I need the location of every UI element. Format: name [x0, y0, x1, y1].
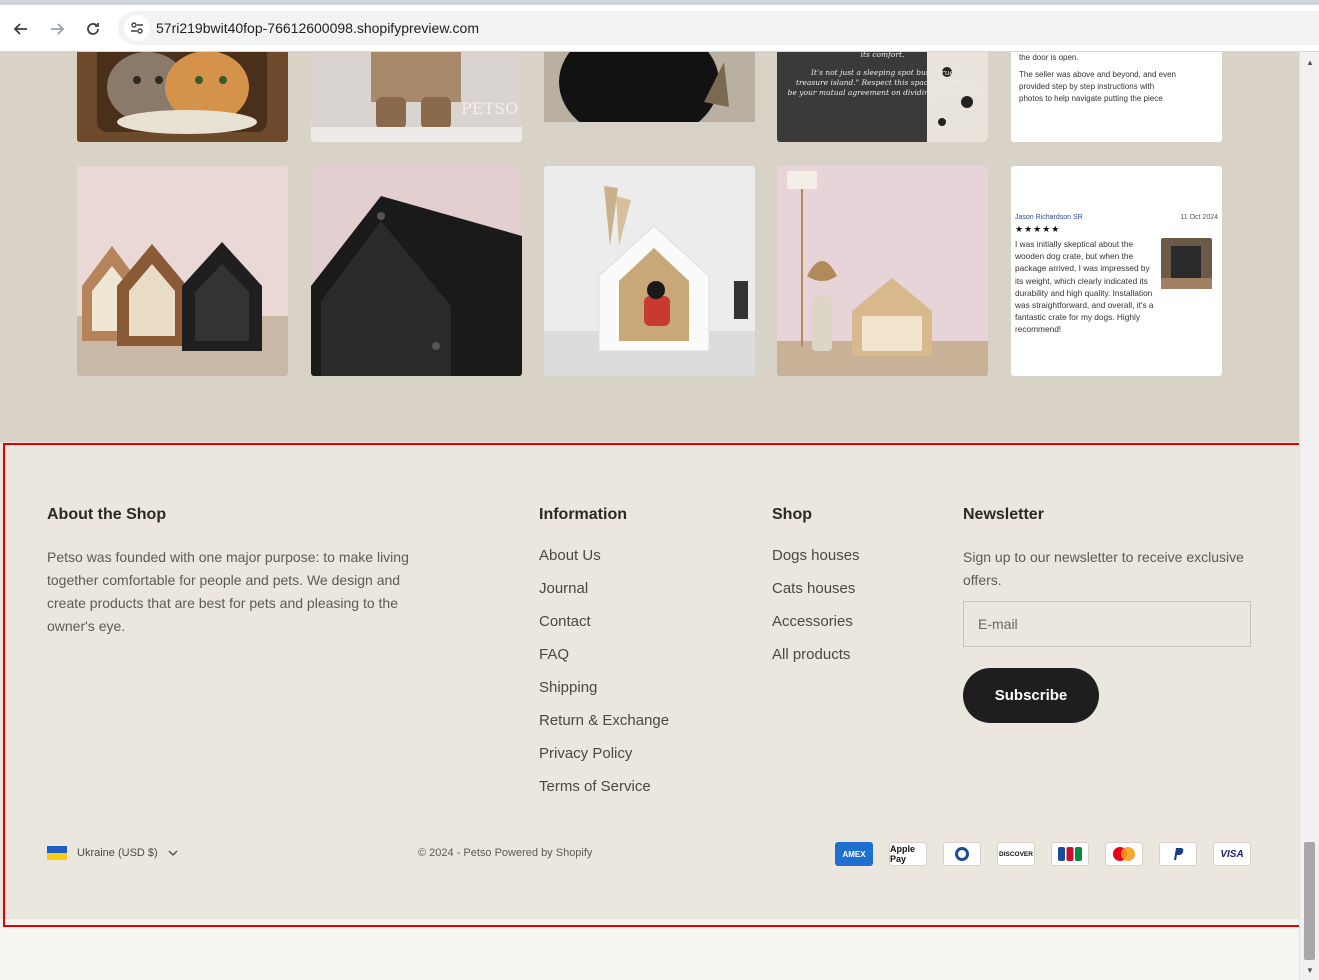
back-arrow-icon[interactable]	[9, 17, 33, 41]
url-text[interactable]: 57ri219bwit40fop-76612600098.shopifyprev…	[156, 20, 479, 36]
newsletter-text: Sign up to our newsletter to receive exc…	[963, 549, 1244, 588]
review-photo	[1161, 238, 1212, 289]
discover-icon: DISCOVER	[997, 842, 1035, 866]
caption-line: its comfort.	[860, 52, 905, 59]
copyright-text: © 2024 - Petso Powered by Shopify	[418, 847, 593, 859]
shop-title: Shop	[772, 506, 812, 523]
footer-link-return-exchange[interactable]: Return & Exchange	[539, 711, 669, 744]
footer-link-journal[interactable]: Journal	[539, 579, 669, 612]
footer-link-dogs-houses[interactable]: Dogs houses	[772, 546, 860, 579]
country-label: Ukraine (USD $)	[77, 847, 158, 859]
shop-links: Dogs houses Cats houses Accessories All …	[772, 546, 860, 678]
review-line: photos to help navigate putting the piec…	[1019, 94, 1163, 103]
information-links: About Us Journal Contact FAQ Shipping Re…	[539, 546, 669, 810]
gallery-photo-white-house-dog[interactable]	[544, 166, 755, 376]
amex-icon: AMEX	[835, 842, 873, 866]
browser-chrome: 57ri219bwit40fop-76612600098.shopifyprev…	[0, 0, 1319, 52]
review-line: The seller was above and beyond, and eve…	[1019, 70, 1176, 79]
review-stars: ★★★★★	[1015, 224, 1061, 234]
footer-link-accessories[interactable]: Accessories	[772, 612, 860, 645]
mastercard-icon	[1105, 842, 1143, 866]
caption-line: be your mutual agreement on dividing ter…	[787, 88, 978, 97]
gallery-photo-black-dog[interactable]	[544, 52, 755, 142]
page-bottom-area	[0, 919, 1299, 980]
gallery-photo-three-houses[interactable]	[77, 166, 288, 376]
email-field[interactable]	[963, 601, 1251, 647]
jcb-icon	[1051, 842, 1089, 866]
review-line: provided step by step instructions with	[1019, 82, 1155, 91]
site-settings-icon[interactable]	[124, 15, 150, 41]
subscribe-button[interactable]: Subscribe	[963, 668, 1099, 723]
review-author: Jason Richardson SR	[1015, 214, 1083, 221]
footer-link-cats-houses[interactable]: Cats houses	[772, 579, 860, 612]
footer-link-all-products[interactable]: All products	[772, 645, 860, 678]
petso-watermark: PETSO	[461, 99, 518, 118]
country-selector[interactable]: Ukraine (USD $)	[47, 838, 178, 868]
site-footer: About the Shop Petso was founded with on…	[0, 442, 1299, 919]
ukraine-flag-icon	[47, 846, 67, 860]
address-bar[interactable]: 57ri219bwit40fop-76612600098.shopifyprev…	[118, 11, 1319, 45]
gallery-review-card-top[interactable]: the door is open. The seller was above a…	[1011, 52, 1222, 142]
caption-line: treasure island." Respect this space and…	[795, 78, 970, 87]
page-scrollbar[interactable]: ▲ ▼	[1299, 52, 1319, 980]
footer-link-about-us[interactable]: About Us	[539, 546, 669, 579]
visa-icon: VISA	[1213, 842, 1251, 866]
about-text: Petso was founded with one major purpose…	[47, 549, 409, 634]
forward-arrow-icon[interactable]	[45, 17, 69, 41]
newsletter-title: Newsletter	[963, 506, 1044, 523]
page-viewport: PETSO its comfort. It's not just a sleep…	[0, 52, 1299, 980]
gallery-photo-black-house-closeup[interactable]	[311, 166, 522, 376]
gallery-photo-dog-boots[interactable]: PETSO	[311, 52, 522, 142]
footer-link-faq[interactable]: FAQ	[539, 645, 669, 678]
footer-link-privacy-policy[interactable]: Privacy Policy	[539, 744, 669, 777]
review-text: I was initially skeptical about the wood…	[1015, 239, 1154, 335]
gallery-photo-cats[interactable]	[77, 52, 288, 142]
scroll-down-icon[interactable]: ▼	[1300, 962, 1319, 978]
apple-pay-icon: Apple Pay	[889, 842, 927, 866]
scroll-up-icon[interactable]: ▲	[1300, 54, 1319, 70]
instagram-gallery: PETSO its comfort. It's not just a sleep…	[0, 52, 1299, 442]
caption-line: It's not just a sleeping spot but a true	[811, 68, 954, 77]
about-title: About the Shop	[47, 506, 167, 523]
footer-link-contact[interactable]: Contact	[539, 612, 669, 645]
reload-icon[interactable]	[81, 17, 105, 41]
gallery-review-card[interactable]: Jason Richardson SR 11 Oct 2024 ★★★★★ I …	[1011, 166, 1222, 376]
footer-link-terms-of-service[interactable]: Terms of Service	[539, 777, 669, 810]
toolbar: 57ri219bwit40fop-76612600098.shopifyprev…	[0, 5, 1319, 52]
footer-link-shipping[interactable]: Shipping	[539, 678, 669, 711]
review-line: the door is open.	[1019, 53, 1079, 62]
diners-club-icon	[943, 842, 981, 866]
chevron-down-icon	[168, 850, 178, 856]
gallery-photo-dalmatian[interactable]: its comfort. It's not just a sleeping sp…	[777, 52, 988, 142]
paypal-icon	[1159, 842, 1197, 866]
gallery-photo-wooden-crate[interactable]	[777, 166, 988, 376]
information-title: Information	[539, 506, 627, 523]
review-date: 11 Oct 2024	[1180, 214, 1218, 221]
scrollbar-thumb[interactable]	[1304, 842, 1315, 960]
footer-bottom-row: Ukraine (USD $) © 2024 - Petso Powered b…	[0, 838, 1299, 868]
